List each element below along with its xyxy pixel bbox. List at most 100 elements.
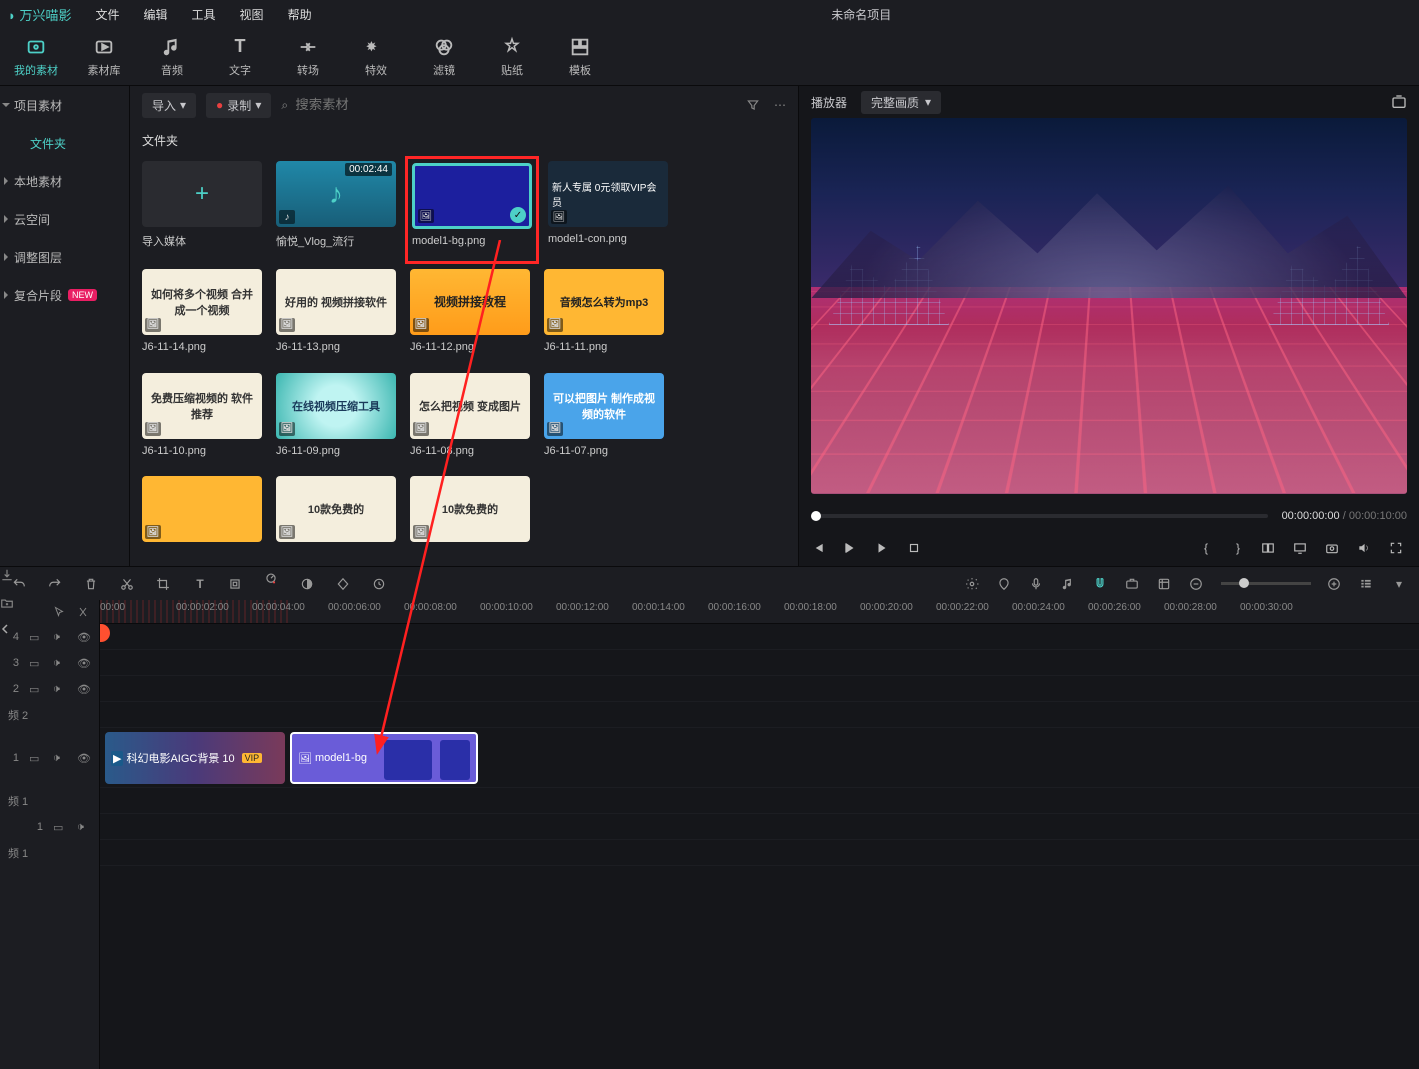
- media-card[interactable]: 免费压缩视频的 软件推荐🖼J6-11-10.png: [142, 373, 262, 467]
- player-label: 播放器: [811, 94, 847, 111]
- sidebar-item-project-media[interactable]: 项目素材: [0, 86, 129, 124]
- sidebar-item-adjustment[interactable]: 调整图层: [0, 238, 129, 276]
- media-card[interactable]: 怎么把视频 变成图片🖼J6-11-08.png: [410, 373, 530, 467]
- brace-close-icon[interactable]: }: [1229, 541, 1247, 555]
- zoom-out-icon[interactable]: [1189, 577, 1205, 591]
- quality-dropdown[interactable]: 完整画质 ▾: [861, 91, 941, 114]
- media-card[interactable]: 可以把图片 制作成视频的软件🖼J6-11-07.png: [544, 373, 664, 467]
- visibility-icon[interactable]: 👁: [77, 683, 91, 696]
- tab-transition[interactable]: 转场: [284, 36, 332, 78]
- more-icon[interactable]: ⋯: [774, 98, 786, 112]
- tab-audio[interactable]: 音频: [148, 36, 196, 78]
- voiceover-icon[interactable]: [1029, 577, 1045, 591]
- display-icon[interactable]: [1293, 541, 1311, 555]
- menu-file[interactable]: 文件: [96, 6, 120, 23]
- image-type-icon: 🖼: [418, 209, 434, 223]
- link-icon[interactable]: [1125, 577, 1141, 591]
- media-label: J6-11-07.png: [544, 445, 664, 457]
- tab-stickers[interactable]: 贴纸: [488, 36, 536, 78]
- settings-icon[interactable]: ▾: [1391, 577, 1407, 591]
- timeline-ruler[interactable]: 00:0000:00:02:0000:00:04:0000:00:06:0000…: [100, 600, 1419, 624]
- app-logo: ◗ 万兴喵影: [8, 5, 72, 24]
- menu-edit[interactable]: 编辑: [144, 6, 168, 23]
- fullscreen-icon[interactable]: [1389, 541, 1407, 555]
- mute-icon[interactable]: 🕩: [53, 657, 67, 670]
- keyframe-icon[interactable]: [336, 577, 352, 591]
- view-mode-icon[interactable]: [1359, 577, 1375, 591]
- media-card[interactable]: 新人专属 0元领取VIP会员🖼model1-con.png: [548, 161, 668, 259]
- import-dropdown[interactable]: 导入 ▾: [142, 93, 196, 118]
- prev-frame-button[interactable]: [811, 541, 829, 555]
- magnet-icon[interactable]: [1093, 577, 1109, 591]
- media-card[interactable]: 🖼✓model1-bg.png: [410, 161, 534, 259]
- media-card[interactable]: 10款免费的🖼: [410, 476, 530, 558]
- lock-icon[interactable]: ▭: [29, 683, 43, 696]
- play-forward-button[interactable]: [875, 541, 893, 555]
- tab-stock[interactable]: 素材库: [80, 36, 128, 78]
- tab-templates[interactable]: 模板: [556, 36, 604, 78]
- preview-canvas[interactable]: [811, 118, 1407, 494]
- sidebar-item-compound[interactable]: 复合片段NEW: [0, 276, 129, 314]
- media-card[interactable]: 如何将多个视频 合并成一个视频🖼J6-11-14.png: [142, 269, 262, 363]
- menu-view[interactable]: 视图: [240, 6, 264, 23]
- audio-mixer-icon[interactable]: [1061, 577, 1077, 591]
- media-card[interactable]: +导入媒体: [142, 161, 262, 259]
- text-tool-icon[interactable]: T: [192, 577, 208, 591]
- media-card[interactable]: 在线视频压缩工具🖼J6-11-09.png: [276, 373, 396, 467]
- menu-tools[interactable]: 工具: [192, 6, 216, 23]
- media-card[interactable]: 10款免费的🖼: [276, 476, 396, 558]
- lock-icon[interactable]: ▭: [29, 657, 43, 670]
- color-icon[interactable]: [300, 577, 316, 591]
- media-label: J6-11-11.png: [544, 341, 664, 353]
- filter-icon[interactable]: [746, 98, 760, 112]
- marker-icon[interactable]: [997, 577, 1013, 591]
- mute-icon[interactable]: 🕩: [53, 752, 67, 765]
- media-card[interactable]: 00:02:44♪愉悦_Vlog_流行: [276, 161, 396, 259]
- tab-effects[interactable]: 特效: [352, 36, 400, 78]
- mute-icon[interactable]: 🕩: [77, 821, 91, 834]
- media-card[interactable]: 好用的 视频拼接软件🖼J6-11-13.png: [276, 269, 396, 363]
- ruler-tick: 00:00: [100, 602, 125, 613]
- playhead[interactable]: [100, 600, 102, 1069]
- visibility-icon[interactable]: 👁: [77, 752, 91, 765]
- stop-button[interactable]: [907, 541, 925, 555]
- timeline-clip-video[interactable]: ▶科幻电影AIGC背景 10VIP: [105, 732, 285, 784]
- mute-icon[interactable]: 🕩: [53, 683, 67, 696]
- lock-icon[interactable]: ▭: [29, 752, 43, 765]
- search-input[interactable]: [295, 97, 495, 112]
- tab-my-media[interactable]: 我的素材: [12, 36, 60, 78]
- render-icon[interactable]: [1157, 577, 1173, 591]
- speed-icon[interactable]: •: [264, 570, 280, 598]
- lock-icon[interactable]: ▭: [53, 821, 67, 834]
- snapshot-export-icon[interactable]: [1391, 94, 1407, 110]
- sidebar-item-folder[interactable]: 文件夹: [0, 124, 129, 162]
- search-field[interactable]: ⌕: [281, 97, 736, 113]
- record-dropdown[interactable]: ● 录制 ▾: [206, 93, 271, 118]
- crop-icon[interactable]: [156, 577, 172, 591]
- media-card[interactable]: 🖼: [142, 476, 262, 558]
- zoom-in-icon[interactable]: [1327, 577, 1343, 591]
- image-type-icon: 🖼: [279, 318, 295, 332]
- timeline-clip-image[interactable]: 🖼model1-bg: [290, 732, 478, 784]
- marker-tool-icon[interactable]: [372, 577, 388, 591]
- play-button[interactable]: [843, 541, 861, 555]
- auto-icon[interactable]: [965, 577, 981, 591]
- timeline-body[interactable]: 00:0000:00:02:0000:00:04:0000:00:06:0000…: [100, 600, 1419, 1069]
- zoom-slider[interactable]: [1221, 582, 1311, 585]
- compare-icon[interactable]: [1261, 541, 1279, 555]
- brace-open-icon[interactable]: {: [1197, 541, 1215, 555]
- image-type-icon: 🖼: [413, 525, 429, 539]
- sidebar-item-cloud[interactable]: 云空间: [0, 200, 129, 238]
- snapshot-icon[interactable]: [1325, 541, 1343, 555]
- media-card[interactable]: 视频拼接教程🖼J6-11-12.png: [410, 269, 530, 363]
- image-type-icon: 🖼: [145, 525, 161, 539]
- volume-icon[interactable]: [1357, 541, 1375, 555]
- tab-text[interactable]: T文字: [216, 36, 264, 78]
- media-card[interactable]: 音频怎么转为mp3🖼J6-11-11.png: [544, 269, 664, 363]
- menu-help[interactable]: 帮助: [288, 6, 312, 23]
- sidebar-item-local[interactable]: 本地素材: [0, 162, 129, 200]
- tab-filters[interactable]: 滤镜: [420, 36, 468, 78]
- progress-bar[interactable]: [811, 514, 1268, 518]
- freeze-icon[interactable]: [228, 577, 244, 591]
- visibility-icon[interactable]: 👁: [77, 657, 91, 670]
